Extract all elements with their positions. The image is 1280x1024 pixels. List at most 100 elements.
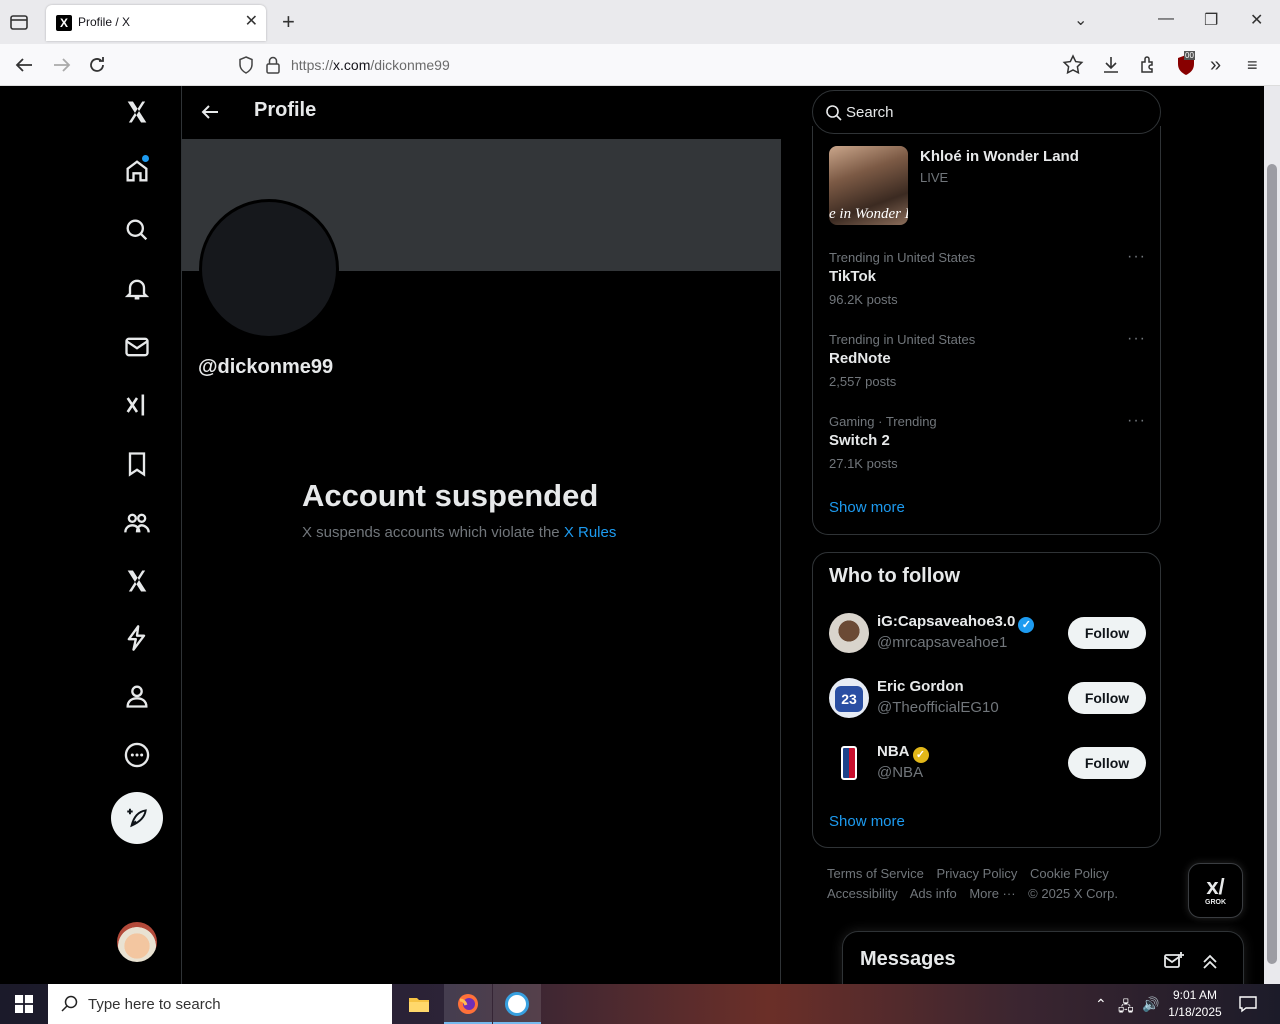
messages-icon[interactable] (120, 330, 154, 364)
trend-item[interactable]: Trending in United States RedNote 2,557 … (829, 330, 1146, 402)
back-icon[interactable] (12, 53, 36, 77)
trends-show-more-link[interactable]: Show more (829, 499, 905, 516)
volume-icon[interactable]: 🔊 (1142, 996, 1159, 1013)
verified-orgs-icon[interactable] (120, 621, 154, 655)
file-explorer-app[interactable] (395, 984, 443, 1024)
back-arrow-icon[interactable] (198, 100, 222, 124)
messages-drawer[interactable]: Messages (842, 931, 1244, 991)
menu-icon[interactable]: ≡ (1247, 53, 1271, 77)
extensions-icon[interactable] (1136, 53, 1160, 77)
notifications-icon[interactable] (120, 272, 154, 306)
privacy-link[interactable]: Privacy Policy (936, 866, 1017, 881)
folder-icon (409, 998, 429, 1012)
bookmark-star-icon[interactable] (1061, 53, 1085, 77)
follow-handle: @mrcapsaveahoe1 (877, 634, 1008, 651)
notification-center-icon[interactable] (1238, 994, 1258, 1014)
close-window-icon[interactable]: ✕ (1250, 10, 1263, 30)
tab-title: Profile / X (78, 15, 131, 29)
bookmarks-icon[interactable] (120, 447, 154, 481)
url-bar[interactable]: https://x.com/dickonme99 (230, 50, 1094, 80)
terms-link[interactable]: Terms of Service (827, 866, 924, 881)
taskbar-clock[interactable]: 9:01 AM 1/18/2025 (1160, 987, 1230, 1021)
new-message-icon[interactable] (1163, 950, 1185, 972)
accessibility-link[interactable]: Accessibility (827, 886, 898, 901)
more-icon[interactable] (120, 738, 154, 772)
start-button[interactable] (0, 984, 48, 1024)
new-tab-icon[interactable]: + (282, 9, 295, 35)
post-icon (127, 808, 147, 828)
avatar[interactable]: 23 (829, 678, 869, 718)
tracking-shield-icon[interactable] (236, 55, 256, 75)
expand-chevron-icon[interactable] (1199, 950, 1221, 972)
network-icon[interactable]: 🖧 (1118, 996, 1134, 1020)
minimize-icon[interactable]: — (1158, 10, 1174, 28)
profile-icon[interactable] (120, 679, 154, 713)
ads-info-link[interactable]: Ads info (910, 886, 957, 901)
post-button[interactable] (111, 792, 163, 844)
ublock-extension-icon[interactable]: 00 (1174, 51, 1198, 77)
reload-icon[interactable] (85, 53, 109, 77)
search-input[interactable]: Search (812, 90, 1161, 134)
follow-name: iG:Capsaveahoe3.0 ✓ (877, 613, 1035, 633)
x-favicon-icon: X (56, 15, 72, 31)
trend-item[interactable]: Gaming · Trending Switch 2 27.1K posts ·… (829, 412, 1146, 484)
more-tools-icon[interactable]: » (1210, 53, 1234, 77)
scrollbar-thumb[interactable] (1267, 164, 1277, 964)
profile-header: Profile (182, 86, 781, 139)
downloads-icon[interactable] (1099, 53, 1123, 77)
account-avatar[interactable] (117, 922, 157, 962)
tray-expand-icon[interactable]: ⌃ (1095, 996, 1107, 1013)
who-to-follow-show-more-link[interactable]: Show more (829, 813, 905, 830)
url-text[interactable]: https://x.com/dickonme99 (291, 57, 450, 73)
follow-button[interactable]: Follow (1068, 617, 1146, 649)
gold-verified-badge-icon: ✓ (912, 747, 929, 763)
page-scrollbar[interactable] (1264, 86, 1280, 984)
search-icon (826, 105, 842, 121)
grok-button[interactable]: x/ GROK (1188, 863, 1243, 918)
communities-icon[interactable] (120, 506, 154, 540)
taskbar-search-placeholder: Type here to search (88, 996, 221, 1013)
trend-meta: Trending in United States (829, 332, 976, 347)
tab-close-icon[interactable]: ✕ (245, 13, 258, 31)
search-placeholder: Search (846, 104, 894, 121)
profile-handle: @dickonme99 (198, 356, 334, 378)
copyright: © 2025 X Corp. (1028, 886, 1118, 901)
more-link[interactable]: More ··· (969, 886, 1015, 901)
pinned-app[interactable] (493, 984, 541, 1024)
browser-nav-bar: https://x.com/dickonme99 00 » ≡ (0, 44, 1280, 86)
browser-tab[interactable]: X Profile / X ✕ (46, 5, 266, 41)
trend-more-icon[interactable]: ··· (1127, 412, 1146, 430)
nba-logo-avatar[interactable] (829, 743, 869, 783)
follow-suggestion[interactable]: iG:Capsaveahoe3.0 ✓ @mrcapsaveahoe1 Follo… (829, 609, 1146, 659)
trend-item[interactable]: Trending in United States TikTok 96.2K p… (829, 248, 1146, 320)
tab-overflow-chevron-icon[interactable]: ⌄ (1074, 10, 1087, 30)
restore-icon[interactable]: ❐ (1204, 10, 1218, 30)
explore-icon[interactable] (120, 213, 154, 247)
trend-name: Switch 2 (829, 432, 890, 449)
page-title: Profile (254, 99, 317, 121)
firefox-app[interactable] (444, 984, 492, 1024)
follow-button[interactable]: Follow (1068, 747, 1146, 779)
follow-suggestion[interactable]: NBA ✓ @NBA Follow (829, 739, 1146, 789)
trend-name: TikTok (829, 268, 876, 285)
live-thumbnail[interactable]: e in Wonder L (829, 146, 908, 225)
lock-icon[interactable] (264, 55, 282, 75)
x-rules-link[interactable]: X Rules (564, 524, 617, 541)
live-space-name[interactable]: Khloé in Wonder Land (920, 148, 1079, 165)
forward-icon[interactable] (50, 53, 74, 77)
taskbar-search-input[interactable]: Type here to search (48, 984, 392, 1024)
x-logo-icon[interactable] (120, 95, 154, 129)
home-notification-dot (142, 155, 149, 162)
follow-suggestion[interactable]: 23 Eric Gordon @TheofficialEG10 Follow (829, 674, 1146, 724)
follow-button[interactable]: Follow (1068, 682, 1146, 714)
premium-icon[interactable] (120, 564, 154, 598)
tab-list-icon[interactable] (8, 12, 30, 32)
avatar[interactable] (829, 613, 869, 653)
trend-more-icon[interactable]: ··· (1127, 330, 1146, 348)
grok-icon[interactable] (120, 388, 154, 422)
trend-more-icon[interactable]: ··· (1127, 248, 1146, 266)
windows-taskbar: Type here to search ⌃ 🖧 🔊 9:01 AM 1/18/2… (0, 984, 1280, 1024)
right-sidebar: e in Wonder L Khloé in Wonder Land LIVE … (812, 86, 1162, 984)
cookie-link[interactable]: Cookie Policy (1030, 866, 1109, 881)
left-nav (0, 86, 182, 984)
